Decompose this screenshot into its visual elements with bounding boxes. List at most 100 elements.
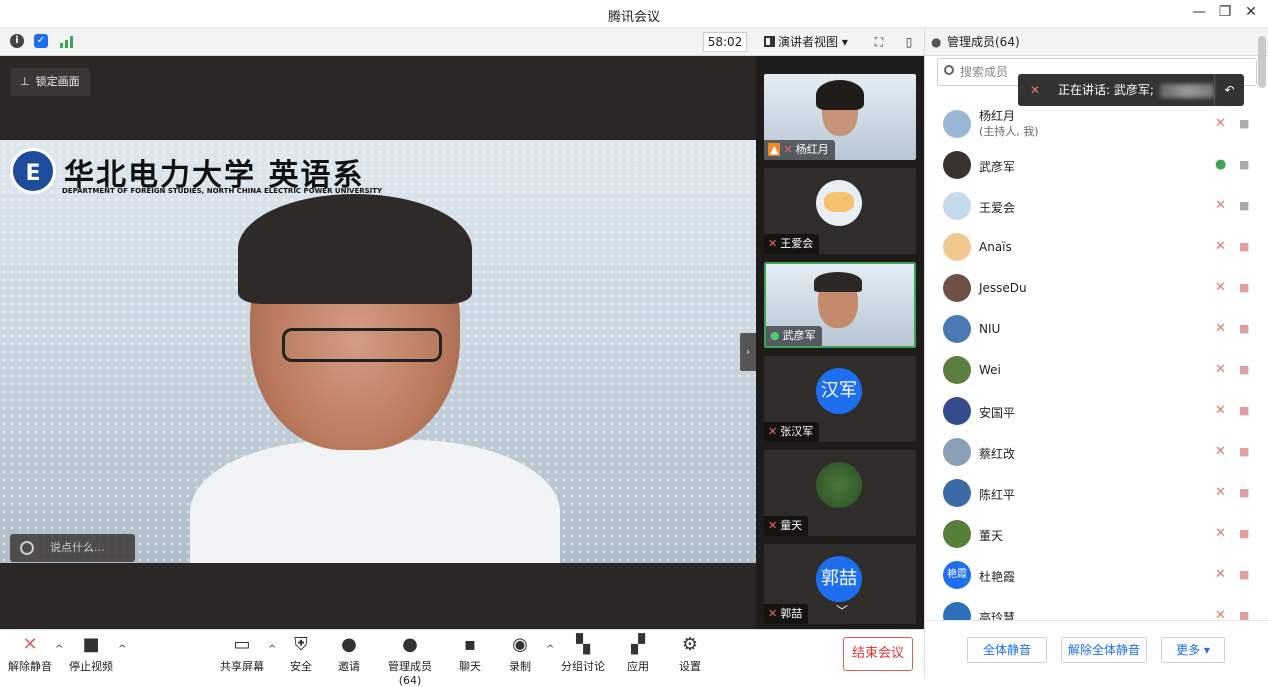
camera-off-icon[interactable]: ■ (1239, 404, 1249, 417)
record-button[interactable]: ◉ 录制 (506, 634, 534, 674)
mic-muted-icon[interactable]: ✕ (1215, 280, 1226, 295)
restore-button[interactable]: ❐ (1214, 4, 1236, 20)
mic-muted-icon[interactable]: ✕ (1215, 239, 1226, 254)
camera-off-icon[interactable]: ■ (1239, 281, 1249, 294)
end-meeting-button[interactable]: 结束会议 (843, 637, 913, 671)
member-name: NIU (979, 322, 1001, 336)
member-name: JesseDu (979, 281, 1027, 295)
panel-scrollbar[interactable] (1258, 36, 1266, 88)
member-row[interactable]: 董天 ✕ ■ (925, 514, 1268, 555)
member-row[interactable]: 杨红月 (主持人, 我) ✕ ■ (925, 104, 1268, 145)
fullscreen-icon[interactable]: ⛶ (870, 33, 888, 51)
signal-icon[interactable] (60, 36, 76, 48)
members-icon: ● (931, 35, 942, 49)
camera-off-icon[interactable]: ■ (1239, 445, 1249, 458)
shield-icon[interactable]: ✓ (34, 34, 48, 48)
camera-off-icon[interactable]: ■ (1239, 117, 1249, 130)
camera-off-icon[interactable]: ■ (1239, 363, 1249, 376)
chevron-up-icon[interactable]: ^ (118, 644, 126, 655)
speaking-text: 正在讲话: 武彦军; (1058, 83, 1154, 97)
close-button[interactable]: ✕ (1240, 4, 1262, 20)
scroll-down-icon[interactable]: ﹀ (836, 602, 848, 619)
camera-off-icon[interactable]: ■ (1239, 486, 1249, 499)
camera-off-icon[interactable]: ■ (1239, 322, 1249, 335)
gear-icon: ⚙ (681, 634, 699, 655)
view-selector[interactable]: 演讲者视图 ▾ (758, 32, 854, 52)
mic-muted-icon[interactable]: ✕ (1215, 321, 1226, 336)
member-row[interactable]: 蔡红改 ✕ ■ (925, 432, 1268, 473)
member-row[interactable]: 陈红平 ✕ ■ (925, 473, 1268, 514)
chevron-up-icon[interactable]: ^ (546, 644, 554, 655)
lock-screen-button[interactable]: ⊥ 锁定画面 (10, 68, 90, 96)
member-name: 蔡红改 (979, 447, 1016, 461)
mic-muted-icon: ✕ (768, 519, 778, 532)
camera-off-icon[interactable]: ■ (1239, 527, 1249, 540)
video-tile[interactable]: ▲ ✕ 杨红月 (764, 74, 916, 160)
member-row[interactable]: 武彦军 ● ■ (925, 145, 1268, 186)
panel-title: 管理成员(64) (947, 35, 1020, 49)
mic-muted-icon: ✕ (768, 237, 778, 250)
avatar (943, 356, 971, 384)
unmute-button[interactable]: ✕ 解除静音 (8, 634, 52, 674)
info-icon[interactable]: i (10, 34, 24, 48)
chat-icon: ▪ (463, 634, 477, 655)
mic-muted-icon[interactable]: ✕ (1215, 362, 1226, 377)
app-title: 腾讯会议 (607, 10, 660, 25)
breakout-button[interactable]: ▚ 分组讨论 (560, 634, 606, 674)
emoji-icon[interactable] (20, 541, 34, 555)
member-row[interactable]: Anaïs ✕ ■ (925, 227, 1268, 268)
apps-icon: ▞ (631, 634, 645, 655)
camera-off-icon[interactable]: ■ (1239, 568, 1249, 581)
return-icon[interactable]: ↶ (1214, 74, 1244, 106)
mic-muted-icon: ✕ (783, 143, 793, 156)
mic-muted-icon[interactable]: ✕ (1215, 567, 1226, 582)
chevron-up-icon[interactable]: ^ (268, 644, 276, 655)
member-row[interactable]: Wei ✕ ■ (925, 350, 1268, 391)
member-row[interactable]: NIU ✕ ■ (925, 309, 1268, 350)
member-row[interactable]: JesseDu ✕ ■ (925, 268, 1268, 309)
chat-button[interactable]: ▪ 聊天 (456, 634, 484, 674)
chevron-up-icon[interactable]: ^ (55, 644, 63, 655)
mic-muted-icon[interactable]: ✕ (1215, 444, 1226, 459)
share-screen-button[interactable]: ▭ 共享屏幕 (218, 634, 266, 674)
apps-button[interactable]: ▞ 应用 (624, 634, 652, 674)
settings-button[interactable]: ⚙ 设置 (676, 634, 704, 674)
member-row[interactable]: 艳霞 杜艳霞 ✕ ■ (925, 555, 1268, 596)
member-name: 武彦军 (979, 160, 1016, 174)
stop-video-button[interactable]: ■ 停止视频 (66, 634, 116, 674)
sidebar-toggle-icon[interactable]: ▯ (900, 33, 918, 51)
minimize-button[interactable]: — (1188, 4, 1210, 20)
more-button[interactable]: 更多 ▾ (1161, 637, 1225, 663)
invite-button[interactable]: ● 邀请 (334, 634, 364, 674)
security-button[interactable]: ⛨ 安全 (286, 634, 316, 674)
camera-off-icon[interactable]: ■ (1239, 240, 1249, 253)
mic-muted-icon[interactable]: ✕ (1215, 198, 1226, 213)
manage-label: 管理成员(64) (388, 660, 432, 687)
chat-input[interactable]: 说点什么... (10, 534, 135, 562)
member-name: Anaïs (979, 240, 1012, 254)
mute-all-button[interactable]: 全体静音 (967, 637, 1047, 663)
title-bar: 腾讯会议 — ❐ ✕ (0, 0, 1268, 28)
mic-muted-icon[interactable]: ✕ (1215, 526, 1226, 541)
video-strip: ︿ ▲ ✕ 杨红月 ✕ 王爱会 ● 武彦军 汉军 ✕ 张汉军 ✕ 童天 郭喆 ✕ 郭喆 ﹀ (756, 56, 924, 629)
mic-muted-icon[interactable]: ✕ (1215, 485, 1226, 500)
collapse-strip-button[interactable]: › (740, 333, 756, 371)
camera-off-icon[interactable]: ■ (1239, 199, 1249, 212)
unmute-all-button[interactable]: 解除全体静音 (1061, 637, 1147, 663)
member-row[interactable]: 安国平 ✕ ■ (925, 391, 1268, 432)
video-tile[interactable]: ✕ 童天 (764, 450, 916, 536)
video-tile[interactable]: 汉军 ✕ 张汉军 (764, 356, 916, 442)
manage-members-button[interactable]: ● 管理成员(64) (378, 634, 442, 687)
shield-icon: ⛨ (294, 634, 308, 655)
share-screen-icon: ▭ (233, 634, 251, 655)
camera-off-icon[interactable]: ■ (1239, 158, 1249, 171)
mic-on-icon[interactable]: ● (1215, 157, 1226, 172)
video-tile[interactable]: ● 武彦军 (764, 262, 916, 348)
mic-muted-icon[interactable]: ✕ (1215, 116, 1226, 131)
video-tile[interactable]: ✕ 王爱会 (764, 168, 916, 254)
mic-muted-icon[interactable]: ✕ (1215, 403, 1226, 418)
member-row[interactable]: 王爱会 ✕ ■ (925, 186, 1268, 227)
tile-label: ✕ 童天 (764, 516, 809, 536)
panel-header: ● 管理成员(64) (925, 28, 1268, 56)
tile-name: 杨红月 (795, 143, 829, 156)
